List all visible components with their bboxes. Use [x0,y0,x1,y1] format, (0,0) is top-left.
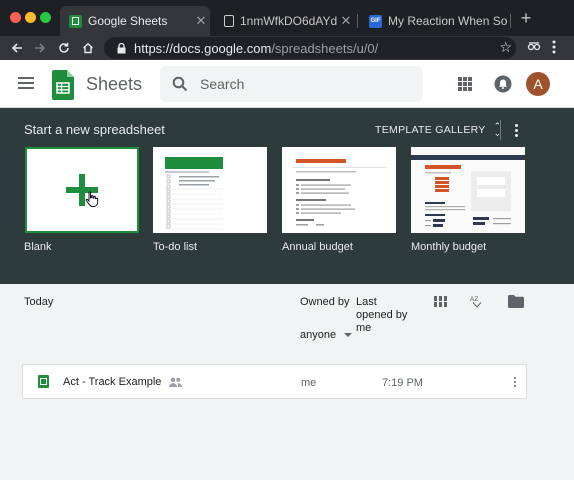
browser-toolbar: https://docs.google.com/spreadsheets/u/0… [0,36,574,60]
window-zoom-button[interactable] [40,12,51,23]
template-label-blank: Blank [24,241,52,253]
app-header: Sheets [0,60,574,108]
notifications-icon[interactable] [494,75,512,93]
folder-icon[interactable] [508,295,524,308]
lock-icon [114,41,128,55]
template-todo-list[interactable] [153,147,267,233]
owner-filter-dropdown[interactable]: anyone [300,329,353,341]
template-gallery-label: TEMPLATE GALLERY [375,124,486,136]
template-more-options-icon[interactable] [510,120,522,140]
dropdown-caret-icon [344,333,353,337]
shared-people-icon [169,377,182,387]
tab-gif[interactable]: GIF My Reaction When Som [360,6,508,36]
spreadsheet-file-icon [38,375,49,388]
reload-icon[interactable] [54,38,74,58]
template-blank[interactable] [25,147,139,233]
google-apps-icon[interactable] [458,77,472,91]
account-avatar[interactable]: A [526,72,550,96]
document-more-options-icon[interactable] [512,375,518,389]
extension-icon[interactable] [527,40,541,57]
browser-tabstrip: Google Sheets ✕ 1nmWfkDO6dAYda76Lg ✕ GIF… [0,0,574,36]
home-icon[interactable] [78,38,98,58]
url-host: https://docs.google.com [134,40,272,56]
forward-icon[interactable] [30,38,50,58]
owned-by-label: Owned by [300,296,350,308]
tab-title: Google Sheets [88,14,168,28]
bookmark-star-icon[interactable]: ☆ [499,39,512,56]
app-name: Sheets [86,74,143,94]
window-close-button[interactable] [10,12,21,23]
template-gallery-button[interactable]: TEMPLATE GALLERY ⌃ ⌄ [375,122,501,138]
document-favicon-icon [224,15,234,27]
document-title: Act - Track Example [63,376,162,388]
address-bar[interactable]: https://docs.google.com/spreadsheets/u/0… [104,37,516,59]
document-row[interactable]: Act - Track Example me 7:19 PM [22,364,527,399]
divider [500,120,501,140]
document-last-opened: 7:19 PM [382,377,423,389]
grid-view-icon[interactable] [434,296,447,307]
template-monthly-budget[interactable] [411,147,525,233]
tab-close-icon[interactable]: ✕ [337,13,355,29]
sheets-logo-icon[interactable] [52,70,74,100]
back-icon[interactable] [7,38,27,58]
date-group-heading: Today [24,296,54,308]
search-input[interactable] [200,76,400,92]
section-title: Start a new spreadsheet [24,122,165,137]
browser-menu-icon[interactable] [552,40,556,57]
template-label-monthly: Monthly budget [411,241,487,253]
hand-cursor-icon [85,191,99,207]
last-opened-sort-header[interactable]: Last opened by me [356,296,416,335]
sort-az-text: AZ [470,296,478,303]
document-owner: me [301,377,317,389]
tab-separator [510,14,511,28]
tab-close-icon[interactable]: ✕ [192,13,210,29]
gif-favicon-icon: GIF [369,14,382,28]
tab-document[interactable]: 1nmWfkDO6dAYda76Lg ✕ [215,6,355,36]
tab-separator [357,14,358,28]
annual-budget-thumbnail [292,159,386,226]
monthly-budget-thumbnail [411,147,525,233]
search-icon[interactable] [160,76,200,92]
tab-google-sheets[interactable]: Google Sheets ✕ [60,6,210,36]
tab-title: My Reaction When Som [388,14,508,28]
sort-az-icon[interactable]: AZ [470,294,484,311]
window-minimize-button[interactable] [25,12,36,23]
search-bar[interactable] [160,66,423,102]
sheets-favicon-icon [69,14,82,28]
owner-filter-value: anyone [300,329,337,341]
template-label-todo: To-do list [153,241,198,253]
template-label-annual: Annual budget [282,241,353,253]
tab-title: 1nmWfkDO6dAYda76Lg [240,14,337,28]
new-tab-icon[interactable]: + [516,8,536,29]
url-path: /spreadsheets/u/0/ [271,40,379,56]
main-menu-icon[interactable] [18,77,34,89]
todo-thumbnail [165,157,223,230]
template-annual-budget[interactable] [282,147,396,233]
